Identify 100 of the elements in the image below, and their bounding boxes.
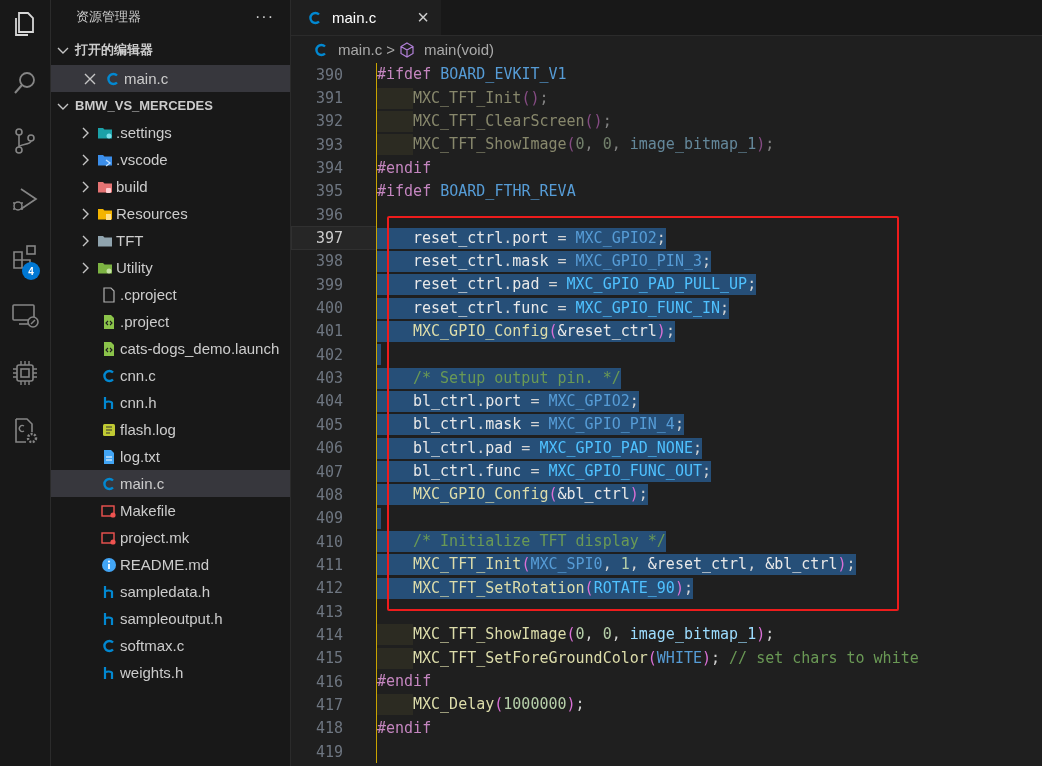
file-name: softmax.c: [120, 637, 185, 654]
breadcrumb-item[interactable]: main.c: [338, 41, 383, 58]
file-name: log.txt: [120, 448, 161, 465]
file-name: Utility: [116, 259, 153, 276]
code-file-icon: [101, 340, 117, 357]
line-number: 417: [314, 694, 344, 716]
folder-item[interactable]: .vscode: [51, 146, 290, 173]
line-number: 395: [314, 181, 344, 203]
line-number: 394: [314, 158, 344, 180]
line-number: 411: [314, 554, 344, 576]
line-number: 403: [314, 368, 344, 390]
file-name: main.c: [120, 475, 165, 492]
indent-guide: [377, 531, 413, 553]
line-number: 414: [314, 624, 344, 646]
code-line: MXC_Delay(1000000);: [413, 694, 585, 716]
indent-guide: [377, 227, 413, 249]
indent-guide: [377, 134, 413, 156]
file-item[interactable]: softmax.c: [51, 632, 290, 659]
file-item[interactable]: cnn.h: [51, 389, 290, 416]
file-item[interactable]: project.mk: [51, 524, 290, 551]
window-gear-icon: [101, 529, 117, 546]
folder-item[interactable]: Utility: [51, 254, 290, 281]
file-item[interactable]: Makefile: [51, 497, 290, 524]
close-icon: [83, 71, 97, 86]
line-number: 418: [314, 718, 344, 740]
line-number: 409: [314, 508, 344, 530]
file-item[interactable]: sampledata.h: [51, 578, 290, 605]
line-number: 413: [314, 601, 344, 623]
indent-guide: [377, 87, 413, 109]
file-name: Resources: [116, 205, 188, 222]
c-file-icon: [101, 475, 117, 492]
file-name: README.md: [120, 556, 210, 573]
file-name: Makefile: [120, 502, 176, 519]
more-actions-button[interactable]: ···: [255, 8, 274, 26]
file-item[interactable]: weights.h: [51, 659, 290, 686]
section-header[interactable]: 打开的编辑器: [75, 40, 153, 59]
line-number: 404: [314, 391, 344, 413]
open-editor-item[interactable]: main.c: [51, 65, 290, 92]
section-header[interactable]: BMW_VS_MERCEDES: [75, 98, 213, 113]
file-item[interactable]: .cproject: [51, 281, 290, 308]
file-name: build: [116, 178, 148, 195]
indent-guide: [377, 577, 413, 599]
line-number: 419: [314, 741, 344, 763]
file-item[interactable]: flash.log: [51, 416, 290, 443]
code-file-icon: [101, 313, 117, 330]
folder-item[interactable]: build: [51, 173, 290, 200]
line-number: 406: [314, 438, 344, 460]
indent-guide: [377, 694, 413, 716]
line-number: 402: [314, 344, 344, 366]
file-name: main.c: [124, 70, 169, 87]
code-line: #endif: [377, 671, 432, 693]
line-number: 396: [314, 204, 344, 226]
file-name: cnn.h: [120, 394, 157, 411]
indent-guide: [377, 110, 413, 132]
folder-item[interactable]: TFT: [51, 227, 290, 254]
line-number: 401: [314, 321, 344, 343]
cube-icon: [398, 41, 415, 58]
c-file-icon: [313, 41, 329, 58]
code-line: #ifdef BOARD_FTHR_REVA: [377, 180, 576, 202]
file-name: .project: [120, 313, 170, 330]
file-item[interactable]: .project: [51, 308, 290, 335]
line-number: 392: [314, 111, 344, 133]
indent-guide: [377, 554, 413, 576]
line-number: 393: [314, 134, 344, 156]
indent-guide: [377, 624, 413, 646]
file-name: sampledata.h: [120, 583, 211, 600]
folder-item[interactable]: Resources: [51, 200, 290, 227]
chip-icon[interactable]: [10, 358, 40, 388]
editor-tab[interactable]: main.c ×: [291, 0, 441, 35]
line-number: 407: [314, 461, 344, 483]
file-name: TFT: [116, 232, 144, 249]
indent-guide: [377, 274, 413, 296]
file-item[interactable]: cats-dogs_demo.launch: [51, 335, 290, 362]
line-number: 408: [314, 484, 344, 506]
line-number: 398: [314, 251, 344, 273]
file-item[interactable]: README.md: [51, 551, 290, 578]
file-item[interactable]: log.txt: [51, 443, 290, 470]
close-button[interactable]: ×: [417, 6, 429, 29]
folder-item[interactable]: .settings: [51, 119, 290, 146]
file-name: sampleoutput.h: [120, 610, 223, 627]
file-item[interactable]: cnn.c: [51, 362, 290, 389]
log-file-icon: [101, 421, 117, 438]
breadcrumb-item[interactable]: main(void): [423, 41, 494, 58]
indent-guide: [377, 367, 413, 389]
c-file-icon: [101, 367, 117, 384]
line-number: 390: [314, 64, 344, 86]
file-name: cats-dogs_demo.launch: [120, 340, 280, 357]
line-number: 397: [291, 226, 376, 250]
file-item[interactable]: sampleoutput.h: [51, 605, 290, 632]
file-name: .cproject: [120, 286, 177, 303]
line-number: 410: [314, 531, 344, 553]
c-file-icon: [101, 637, 117, 654]
indent-guide: [377, 250, 413, 272]
indent-guide: [377, 320, 413, 342]
line-number: 391: [314, 88, 344, 109]
file-name: flash.log: [120, 421, 176, 438]
indent-guide: [377, 391, 413, 412]
file-name: project.mk: [120, 529, 190, 546]
indent-guide: [377, 461, 413, 482]
file-item[interactable]: main.c: [51, 470, 290, 497]
